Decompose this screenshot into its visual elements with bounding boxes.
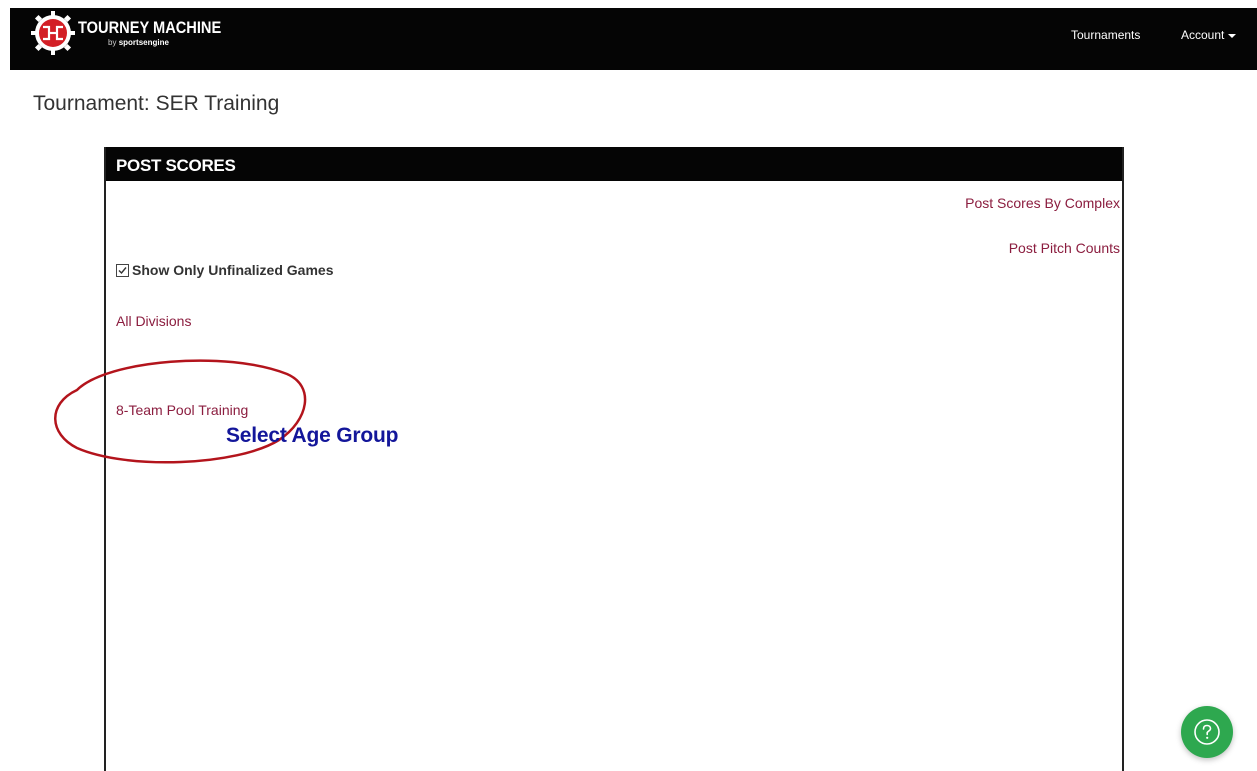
annotation-circle <box>54 359 307 464</box>
all-divisions-link[interactable]: All Divisions <box>116 313 191 329</box>
nav-tournaments-link[interactable]: Tournaments <box>1071 28 1140 42</box>
post-scores-by-complex-link[interactable]: Post Scores By Complex <box>965 195 1120 211</box>
nav-account-dropdown[interactable]: Account <box>1181 28 1237 42</box>
checkmark-icon <box>118 266 127 274</box>
show-unfinalized-label: Show Only Unfinalized Games <box>132 262 334 278</box>
bracket-gear-icon <box>31 11 75 55</box>
brand-subtitle: by sportsengine <box>108 39 245 47</box>
brand-title: TOURNEY MACHINE <box>78 18 222 37</box>
show-unfinalized-checkbox[interactable] <box>116 263 129 277</box>
caret-down-icon <box>1228 33 1237 38</box>
top-navbar: TOURNEY MACHINE by sportsengine Tourname… <box>10 8 1257 70</box>
brand-sub-prefix: by <box>108 38 117 47</box>
tourney-machine-logo[interactable]: TOURNEY MACHINE by sportsengine <box>31 11 245 55</box>
question-circle-icon <box>1194 719 1220 745</box>
help-button[interactable] <box>1181 706 1233 758</box>
annotation-label: Select Age Group <box>226 424 399 447</box>
show-unfinalized-toggle[interactable]: Show Only Unfinalized Games <box>116 262 333 278</box>
panel-header: POST SCORES <box>106 147 1122 181</box>
post-pitch-counts-link[interactable]: Post Pitch Counts <box>1009 240 1120 256</box>
page: TOURNEY MACHINE by sportsengine Tourname… <box>0 0 1257 771</box>
page-title: Tournament: SER Training <box>33 92 280 115</box>
nav-account-label: Account <box>1181 28 1225 42</box>
brand-sub-name: sportsengine <box>118 38 169 47</box>
